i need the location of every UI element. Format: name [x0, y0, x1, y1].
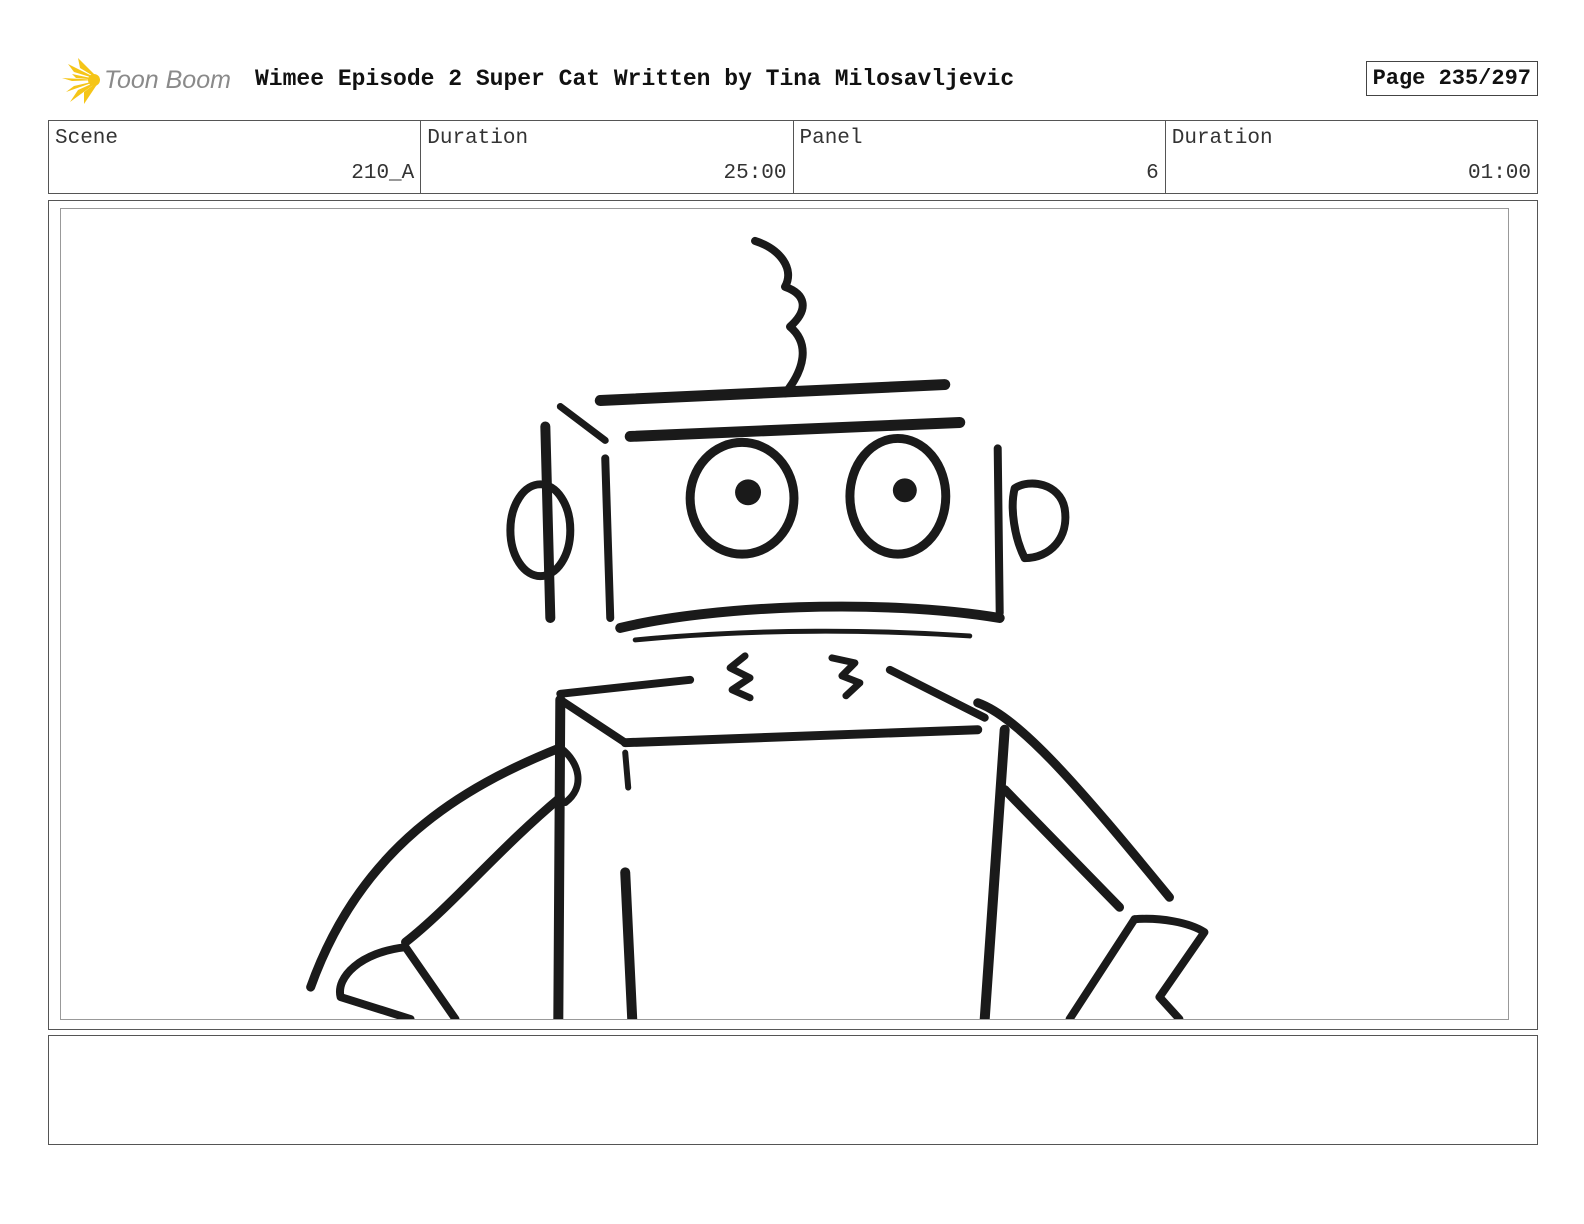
panel-frame [48, 200, 1538, 1030]
head-right-side [993, 444, 1004, 617]
scene-duration-value: 25:00 [723, 162, 787, 185]
left-hand [336, 943, 415, 1019]
document-title: Wimee Episode 2 Super Cat Written by Tin… [255, 66, 1015, 92]
left-arm-outer [306, 743, 565, 992]
head-band-line [624, 416, 966, 442]
panel-duration-value: 01:00 [1467, 162, 1531, 185]
storyboard-header: Toon Boom Wimee Episode 2 Super Cat Writ… [52, 52, 1538, 106]
neck-squiggle-right [828, 654, 864, 700]
left-ear-pole [540, 421, 556, 623]
scene-duration-cell: Duration 25:00 [421, 121, 794, 193]
panel-duration-label: Duration [1171, 127, 1273, 150]
panel-cell: Panel 6 [794, 121, 1166, 193]
scene-info-row: Scene 210_A Duration 25:00 Panel 6 Durat… [48, 120, 1538, 194]
body-top-line [620, 725, 983, 748]
panel-value: 6 [1146, 162, 1159, 185]
head-corner-line [556, 403, 609, 444]
left-pupil [735, 479, 762, 506]
right-hand [1130, 914, 1209, 1019]
robot-sketch [306, 236, 1209, 1019]
scene-label: Scene [55, 127, 119, 150]
body-left-inner [622, 749, 632, 791]
sunburst-icon [62, 58, 100, 104]
right-shoulder-line [885, 665, 989, 722]
right-hand-inner [1065, 915, 1139, 1019]
toon-boom-logo: Toon Boom [52, 56, 242, 106]
left-ear [506, 480, 575, 581]
body-right-side [979, 724, 1010, 1019]
neck-squiggle-left [726, 652, 754, 702]
panel-duration-cell: Duration 01:00 [1166, 121, 1537, 193]
head-top-line [594, 379, 951, 407]
antenna-line [751, 236, 807, 398]
panel-notes-box [48, 1035, 1538, 1145]
head-left-side [601, 454, 615, 622]
chin-line [632, 628, 973, 643]
scene-duration-label: Duration [427, 127, 529, 150]
panel-image [60, 208, 1509, 1020]
left-hand-inner [401, 943, 460, 1019]
right-ear [1008, 479, 1070, 563]
left-shoulder-line [556, 675, 695, 698]
panel-label: Panel [799, 127, 863, 150]
right-pupil [892, 478, 917, 503]
right-arm-inner [1000, 785, 1125, 912]
body-corner-line [556, 695, 630, 747]
scene-cell: Scene 210_A [49, 121, 422, 193]
scene-value: 210_A [351, 162, 415, 185]
logo-text: Toon Boom [104, 66, 231, 94]
page-indicator: Page 235/297 [1365, 61, 1538, 96]
mouth-line [615, 601, 1005, 633]
body-left-inner-lower [620, 867, 638, 1019]
